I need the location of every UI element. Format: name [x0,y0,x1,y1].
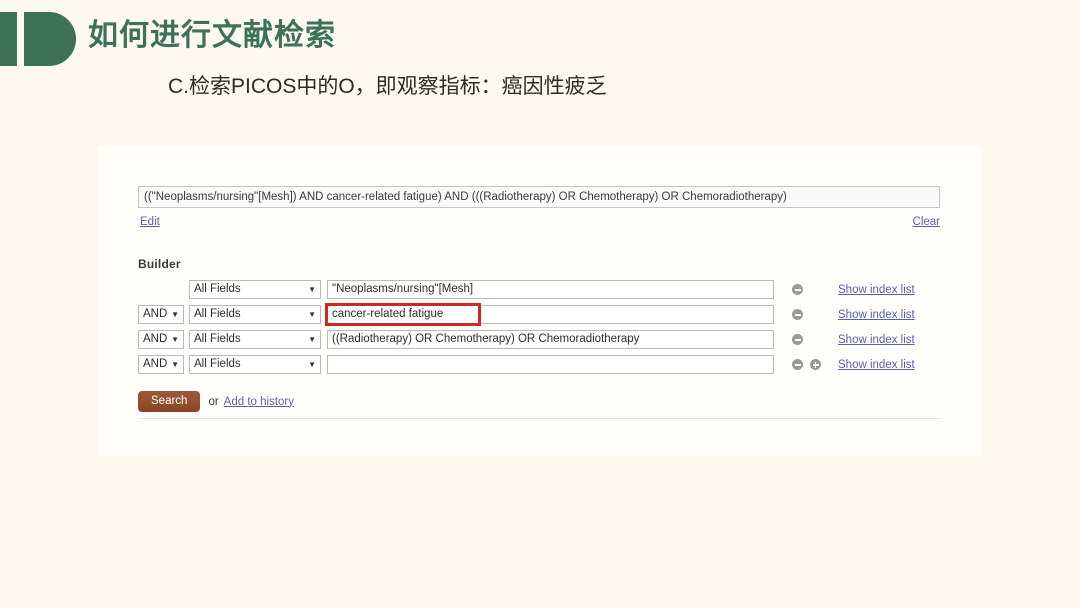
remove-row-icon[interactable] [792,309,803,320]
builder-row: AND ▼ All Fields ▼ Show index list [138,355,942,374]
field-select[interactable]: All Fields ▼ [189,305,321,324]
show-index-list-link[interactable]: Show index list [838,359,915,371]
show-index-list-link[interactable]: Show index list [838,284,915,296]
search-actions: Search or Add to history [138,391,942,412]
edit-link[interactable]: Edit [140,216,160,228]
chevron-down-icon: ▼ [308,359,316,369]
field-select-value: All Fields [194,308,241,320]
term-input-tail [479,305,774,324]
page-subtitle: C.检索PICOS中的O，即观察指标：癌因性疲乏 [168,75,607,98]
remove-row-icon[interactable] [792,359,803,370]
operator-cell: AND ▼ [138,330,184,349]
clear-link[interactable]: Clear [913,216,940,228]
pubmed-advanced-search-card: (("Neoplasms/nursing"[Mesh]) AND cancer-… [98,146,982,456]
chevron-down-icon: ▼ [308,284,316,294]
builder-row: AND ▼ All Fields ▼ cancer-related fatigu… [138,303,942,326]
add-row-icon[interactable] [810,359,821,370]
chevron-down-icon: ▼ [308,309,316,319]
remove-row-icon[interactable] [792,334,803,345]
pubmed-content: (("Neoplasms/nursing"[Mesh]) AND cancer-… [138,186,942,412]
operator-select[interactable]: AND ▼ [138,355,184,374]
or-label: or [208,395,219,408]
add-to-history-link[interactable]: Add to history [224,396,294,408]
operator-cell: AND ▼ [138,305,184,324]
builder-row: AND ▼ All Fields ▼ ((Radiotherapy) OR Ch… [138,330,942,349]
logo-d-shape [24,12,76,66]
field-select-value: All Fields [194,333,241,345]
chevron-down-icon: ▼ [171,359,179,369]
row-icons [792,359,834,370]
builder-row: All Fields ▼ "Neoplasms/nursing"[Mesh] S… [138,280,942,299]
field-select[interactable]: All Fields ▼ [189,280,321,299]
row-icons [792,334,834,345]
term-input[interactable]: "Neoplasms/nursing"[Mesh] [327,280,774,299]
chevron-down-icon: ▼ [308,334,316,344]
field-select[interactable]: All Fields ▼ [189,330,321,349]
term-input[interactable] [327,355,774,374]
chevron-down-icon: ▼ [171,309,179,319]
show-index-list-link[interactable]: Show index list [838,309,915,321]
row-icons [792,284,834,295]
operator-select[interactable]: AND ▼ [138,330,184,349]
term-input[interactable]: ((Radiotherapy) OR Chemotherapy) OR Chem… [327,330,774,349]
builder-rows: All Fields ▼ "Neoplasms/nursing"[Mesh] S… [138,280,942,374]
field-select-value: All Fields [194,358,241,370]
field-select[interactable]: All Fields ▼ [189,355,321,374]
page-title: 如何进行文献检索 [88,19,336,52]
card-divider [138,418,942,419]
query-actions: Edit Clear [138,216,942,236]
operator-select-value: AND [143,358,168,370]
show-index-list-link[interactable]: Show index list [838,334,915,346]
term-input-highlighted[interactable]: cancer-related fatigue [325,303,481,326]
row-icons [792,309,834,320]
operator-select-value: AND [143,308,168,320]
operator-cell: AND ▼ [138,355,184,374]
search-button[interactable]: Search [138,391,201,412]
logo-bar-shape [0,12,17,66]
field-select-value: All Fields [194,283,241,295]
remove-row-icon[interactable] [792,284,803,295]
chevron-down-icon: ▼ [171,334,179,344]
builder-heading: Builder [138,257,181,271]
search-query-box[interactable]: (("Neoplasms/nursing"[Mesh]) AND cancer-… [138,186,940,208]
logo-icon [0,12,78,66]
operator-select[interactable]: AND ▼ [138,305,184,324]
slide-header: 如何进行文献检索 C.检索PICOS中的O，即观察指标：癌因性疲乏 [0,0,1080,120]
operator-select-value: AND [143,333,168,345]
